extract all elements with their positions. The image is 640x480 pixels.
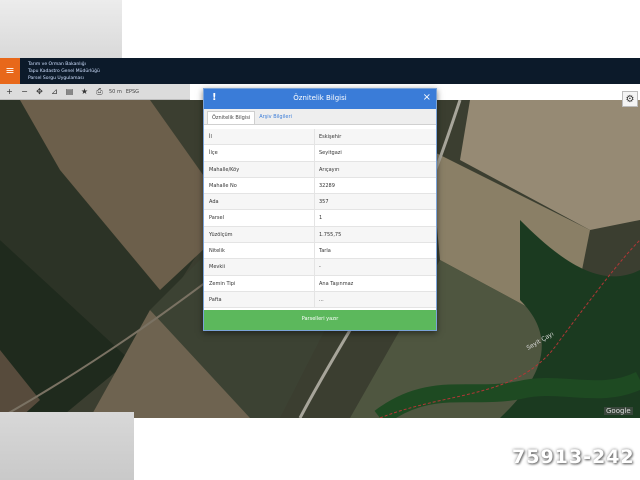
table-row: İlçe Seyitgazi [204, 145, 436, 162]
row-value: 1.755,75 [314, 226, 436, 243]
table-row: Yüzölçüm 1.755,75 [204, 226, 436, 244]
app-title-line-2: Tapu Kadastro Genel Müdürlüğü [28, 69, 100, 74]
table-row: Zemin Tipi Ana Taşınmaz [204, 275, 436, 292]
row-key: Parsel [209, 215, 224, 222]
attribute-dialog: ! Öznitelik Bilgisi × Öznitelik Bilgisi … [203, 88, 437, 331]
table-row: Pafta... [204, 291, 436, 309]
table-row: İl Eskişehir [204, 129, 436, 146]
row-key: Mahalle/Köy [209, 166, 240, 173]
measure-icon[interactable]: ⊿ [49, 86, 60, 97]
google-attribution: Google [604, 407, 633, 415]
hamburger-icon[interactable]: ≡ [0, 58, 20, 84]
gear-icon[interactable]: ⚙ [622, 91, 638, 107]
zoom-in-icon[interactable]: + [4, 86, 15, 97]
tab-archive[interactable]: Arşiv Bilgileri [255, 111, 296, 124]
screenshot: ≡ Tarım ve Orman Bakanlığı Tapu Kadastro… [0, 0, 640, 480]
row-key: Pafta [209, 296, 222, 303]
watermark: 75913-242 [512, 446, 635, 468]
attribute-table: İl Eskişehir İlçe Seyitgazi Mahalle/Köy Arı… [204, 129, 436, 309]
map-toolbar: + − ✥ ⊿ ▤ ★ ⎙ 50 m EPSG [0, 84, 190, 100]
table-row: Mahalle/Köy Arıçayırı [204, 161, 436, 178]
blurred-corner-top [0, 0, 122, 58]
dialog-footer-button[interactable]: Parselleri yazır [204, 310, 436, 330]
scale-text: 50 m [109, 88, 122, 95]
dialog-header: ! Öznitelik Bilgisi × [204, 89, 436, 109]
table-row: Mevkii - [204, 259, 436, 276]
row-value: - [314, 259, 436, 275]
zoom-out-icon[interactable]: − [19, 86, 30, 97]
row-value: Ana Taşınmaz [314, 275, 436, 291]
dialog-title: Öznitelik Bilgisi [293, 94, 347, 102]
row-key: Mahalle No [209, 182, 237, 189]
blurred-corner-bottom [0, 412, 134, 480]
app-title-line-1: Tarım ve Orman Bakanlığı [28, 62, 86, 67]
row-value: Eskişehir [314, 129, 436, 145]
row-key: Zemin Tipi [209, 280, 236, 287]
row-key: Mevkii [209, 264, 226, 271]
row-value: ... [314, 291, 436, 308]
row-value: Tarla [314, 243, 436, 259]
row-key: İlçe [209, 150, 218, 157]
app-title-line-3: Parsel Sorgu Uygulaması [28, 76, 84, 81]
print-icon[interactable]: ⎙ [94, 86, 105, 97]
footer-button-label: Parselleri yazır [301, 316, 339, 322]
close-icon[interactable]: × [423, 92, 431, 103]
layers-icon[interactable]: ▤ [64, 86, 75, 97]
dialog-tabs: Öznitelik Bilgisi Arşiv Bilgileri [204, 109, 436, 125]
table-row: Parsel 1 [204, 210, 436, 227]
table-row: Ada 357 [204, 194, 436, 211]
row-key: Nitelik [209, 248, 225, 255]
star-icon[interactable]: ★ [79, 86, 90, 97]
row-value: Seyitgazi [314, 145, 436, 161]
row-key: İl [209, 134, 212, 140]
row-key: Yüzölçüm [209, 231, 233, 238]
row-value: 357 [314, 194, 436, 210]
row-value: 1 [314, 210, 436, 226]
row-value: 32289 [314, 177, 436, 194]
row-key: Ada [209, 199, 219, 206]
pan-icon[interactable]: ✥ [34, 86, 45, 97]
app-title: Tarım ve Orman Bakanlığı Tapu Kadastro G… [28, 61, 100, 82]
table-row: Mahalle No 32289 [204, 177, 436, 195]
coord-text: EPSG [125, 88, 140, 95]
table-row: Nitelik Tarla [204, 243, 436, 260]
tab-attributes[interactable]: Öznitelik Bilgisi [207, 111, 256, 124]
row-value: Arıçayırı [314, 161, 436, 177]
